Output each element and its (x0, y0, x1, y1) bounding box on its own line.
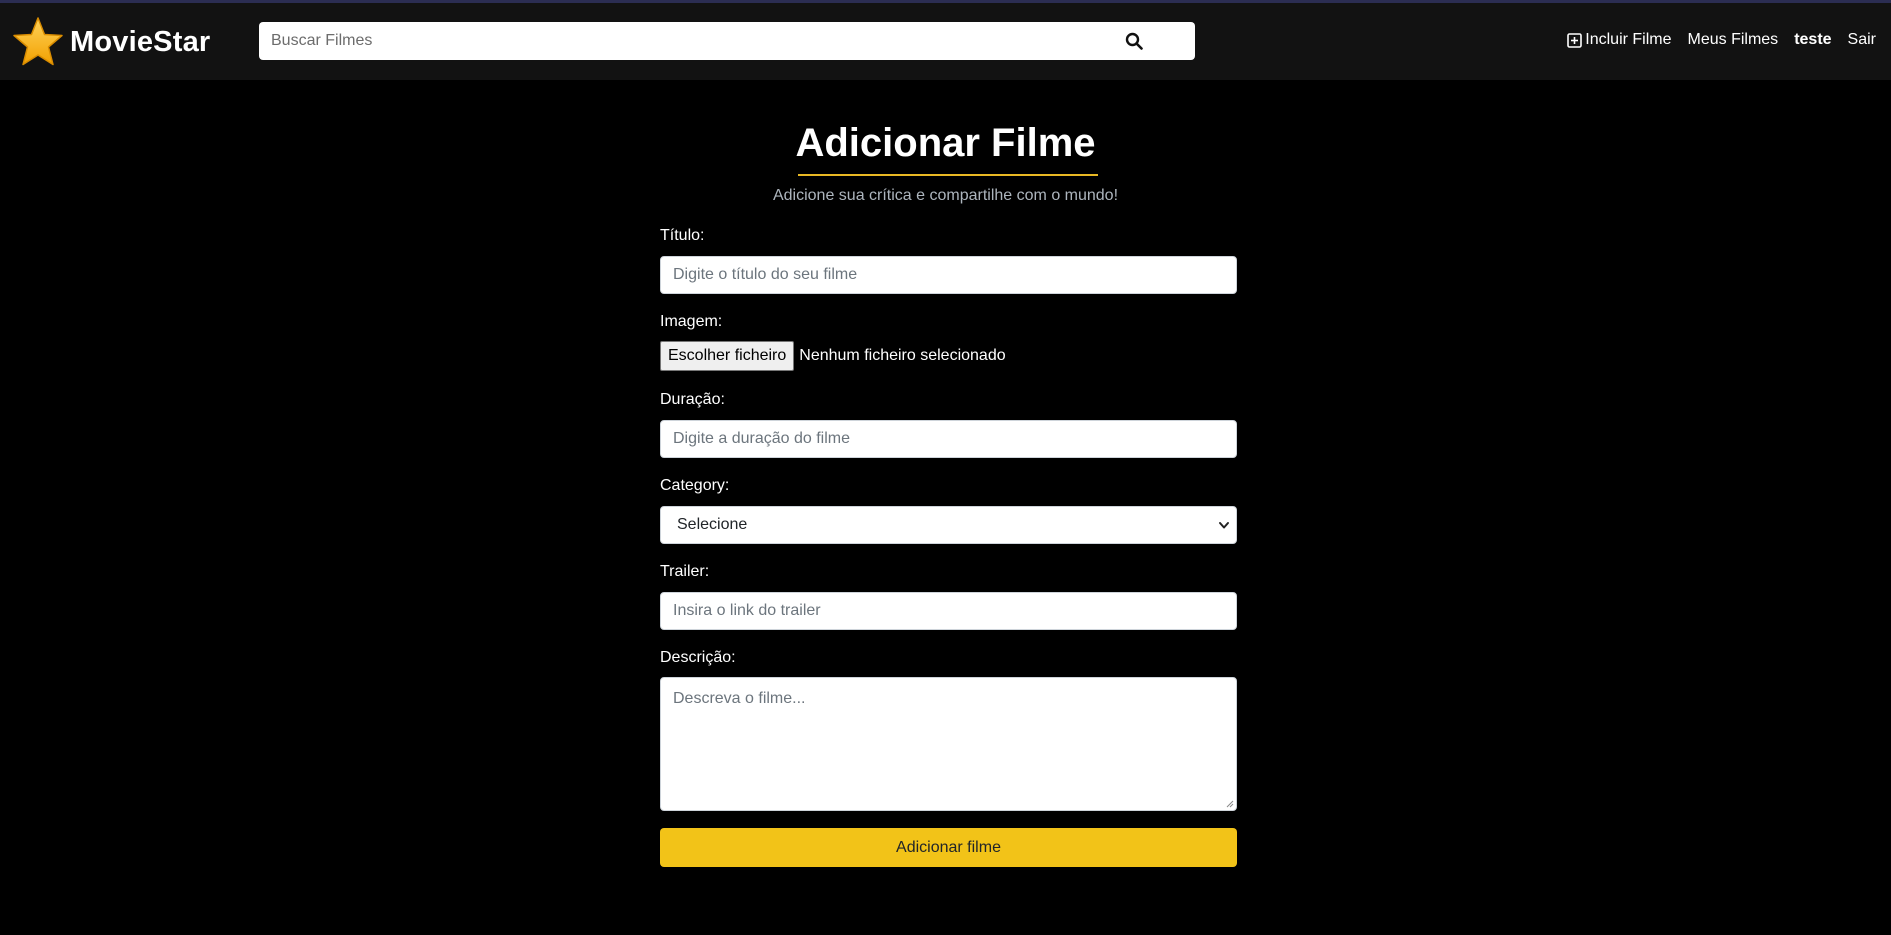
nav-my-movies-link[interactable]: Meus Filmes (1688, 31, 1779, 49)
file-status-text: Nenhum ficheiro selecionado (799, 347, 1006, 364)
nav-add-movie-label: Incluir Filme (1585, 31, 1672, 48)
page-title: Adicionar Filme (795, 121, 1096, 165)
main-nav: Incluir Filme Meus Filmes teste Sair (1551, 31, 1876, 49)
chevron-down-icon (1218, 519, 1230, 531)
duration-label: Duração: (660, 391, 725, 408)
description-textarea[interactable]: Descreva o filme... (660, 677, 1237, 811)
title-underline (798, 174, 1098, 176)
search-input[interactable] (259, 22, 1139, 60)
category-select[interactable]: Selecione (660, 506, 1237, 544)
choose-file-button[interactable]: Escolher ficheiro (660, 341, 795, 371)
search-bar (259, 22, 1195, 60)
nav-add-movie-link[interactable]: Incluir Filme (1567, 31, 1672, 49)
category-selected-value: Selecione (677, 516, 748, 533)
image-file-input: Escolher ficheiro Nenhum ficheiro seleci… (660, 341, 1006, 371)
brand-logo-link[interactable]: MovieStar (12, 16, 210, 68)
star-icon (12, 16, 64, 68)
nav-logout-link[interactable]: Sair (1848, 31, 1876, 49)
plus-square-icon (1567, 32, 1583, 48)
title-label: Título: (660, 227, 705, 244)
add-movie-submit-button[interactable]: Adicionar filme (660, 828, 1237, 867)
nav-user-profile-link[interactable]: teste (1794, 31, 1831, 49)
page-subtitle: Adicione sua crítica e compartilhe com o… (772, 187, 1119, 204)
brand-name: MovieStar (70, 25, 211, 58)
navbar: MovieStar Incluir Filme Meus Filmes test… (0, 3, 1891, 80)
trailer-input[interactable] (660, 592, 1237, 630)
resize-grip-icon[interactable] (1226, 800, 1234, 808)
description-placeholder: Descreva o filme... (673, 690, 806, 707)
trailer-label: Trailer: (660, 563, 710, 580)
title-input[interactable] (660, 256, 1237, 294)
category-label: Category: (660, 477, 730, 494)
image-label: Imagem: (660, 313, 723, 330)
description-label: Descrição: (660, 649, 736, 666)
duration-input[interactable] (660, 420, 1237, 458)
search-icon[interactable] (1125, 32, 1143, 50)
